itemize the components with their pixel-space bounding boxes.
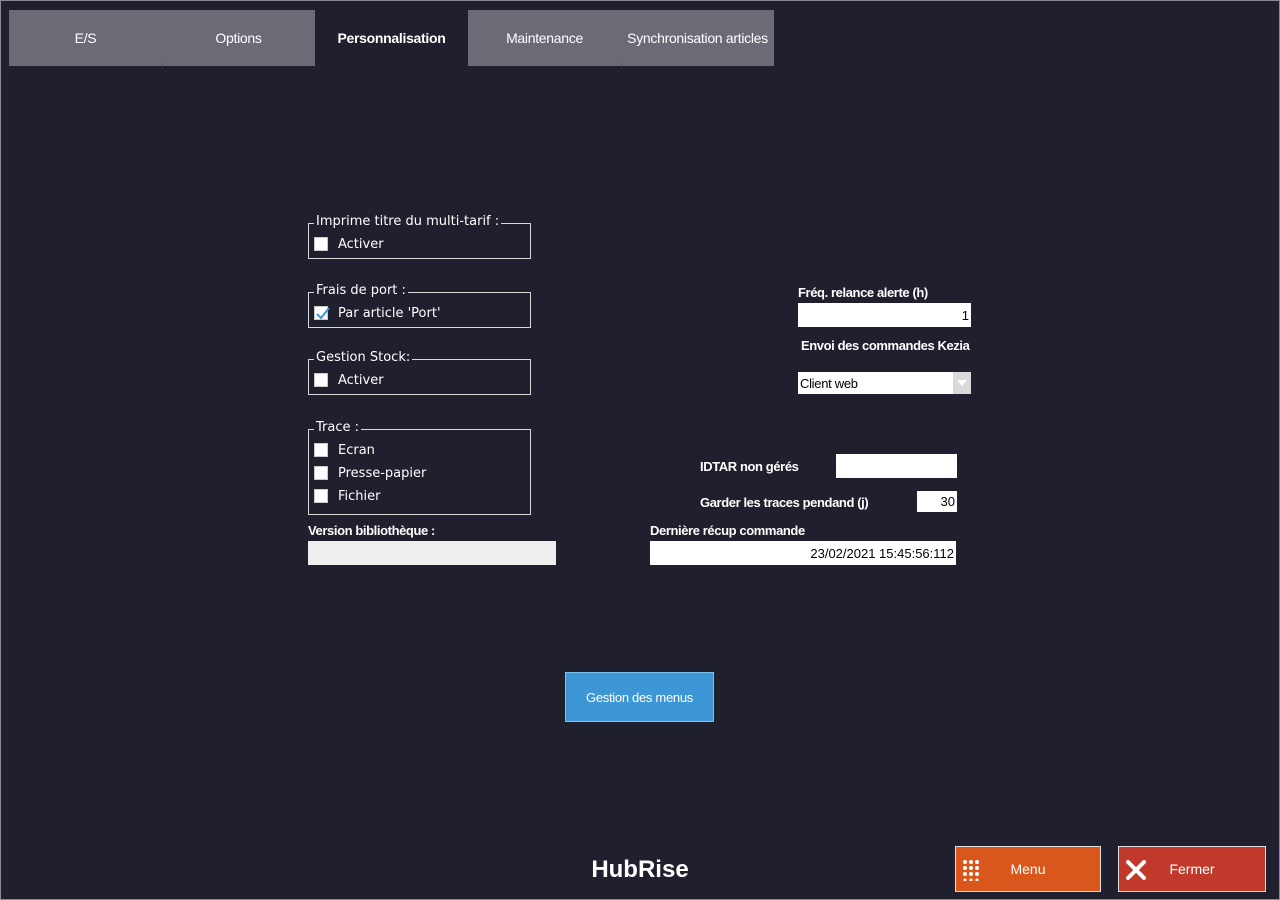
chevron-down-icon[interactable] <box>953 372 971 394</box>
app-title: HubRise <box>591 856 689 883</box>
checkbox[interactable] <box>314 466 328 480</box>
checkbox-label: Par article 'Port' <box>338 305 441 321</box>
tab-options[interactable]: Options <box>162 10 315 66</box>
group-trace: Trace : Ecran Presse-papier Fichier <box>308 420 531 515</box>
checkbox-row-fichier[interactable]: Fichier <box>314 486 381 506</box>
garder-traces-input[interactable]: 30 <box>917 491 957 512</box>
tab-maintenance[interactable]: Maintenance <box>468 10 621 66</box>
idtar-input[interactable] <box>836 454 957 478</box>
checkbox[interactable] <box>314 373 328 387</box>
group-gestion-stock: Gestion Stock: Activer <box>308 350 531 395</box>
tab-es[interactable]: E/S <box>9 10 162 66</box>
checkbox-row-presse-papier[interactable]: Presse-papier <box>314 463 426 483</box>
derniere-recup-field[interactable]: 23/02/2021 15:45:56:112 <box>650 541 956 565</box>
checkbox-label: Activer <box>338 372 384 388</box>
checkbox-row-par-article-port[interactable]: Par article 'Port' <box>314 303 441 323</box>
freq-relance-label: Fréq. relance alerte (h) <box>798 285 928 300</box>
derniere-recup-label: Dernière récup commande <box>650 523 805 538</box>
tab-separator <box>621 63 622 67</box>
checkmark-icon <box>316 307 330 320</box>
garder-traces-label: Garder les traces pendand (j) <box>700 495 869 510</box>
checkbox-label: Activer <box>338 236 384 252</box>
close-icon <box>1125 859 1147 884</box>
envoi-commandes-label: Envoi des commandes Kezia <box>801 338 970 353</box>
freq-relance-input[interactable]: 1 <box>798 303 971 327</box>
group-title: Imprime titre du multi-tarif : <box>314 214 502 229</box>
tab-personnalisation[interactable]: Personnalisation <box>315 10 468 66</box>
checkbox[interactable] <box>314 489 328 503</box>
envoi-commandes-select[interactable]: Client web <box>798 372 971 394</box>
version-field <box>308 541 556 565</box>
group-title: Gestion Stock: <box>314 350 413 365</box>
select-value: Client web <box>800 375 858 391</box>
checkbox-label: Ecran <box>338 442 375 458</box>
tab-synchronisation-articles[interactable]: Synchronisation articles <box>621 10 774 66</box>
checkbox[interactable] <box>314 443 328 457</box>
checkbox-row-gestion-stock-activer[interactable]: Activer <box>314 370 384 390</box>
group-title: Trace : <box>314 420 361 435</box>
gestion-menus-button[interactable]: Gestion des menus <box>565 672 714 722</box>
tab-separator <box>162 63 163 67</box>
grid-icon <box>962 859 984 884</box>
group-multitarif: Imprime titre du multi-tarif : Activer <box>308 214 531 259</box>
checkbox-checked[interactable] <box>314 306 330 320</box>
version-label: Version bibliothèque : <box>308 523 435 538</box>
checkbox[interactable] <box>314 237 328 251</box>
checkbox-label: Presse-papier <box>338 465 427 481</box>
checkbox-label: Fichier <box>338 488 381 504</box>
idtar-label: IDTAR non gérés <box>700 459 799 474</box>
group-title: Frais de port : <box>314 283 408 298</box>
checkbox-row-ecran[interactable]: Ecran <box>314 440 375 460</box>
group-frais-port: Frais de port : Par article 'Port' <box>308 283 531 328</box>
menu-button[interactable]: Menu <box>955 846 1101 892</box>
checkbox-row-multitarif-activer[interactable]: Activer <box>314 234 384 254</box>
window-frame <box>0 0 1280 900</box>
fermer-button[interactable]: Fermer <box>1118 846 1266 892</box>
